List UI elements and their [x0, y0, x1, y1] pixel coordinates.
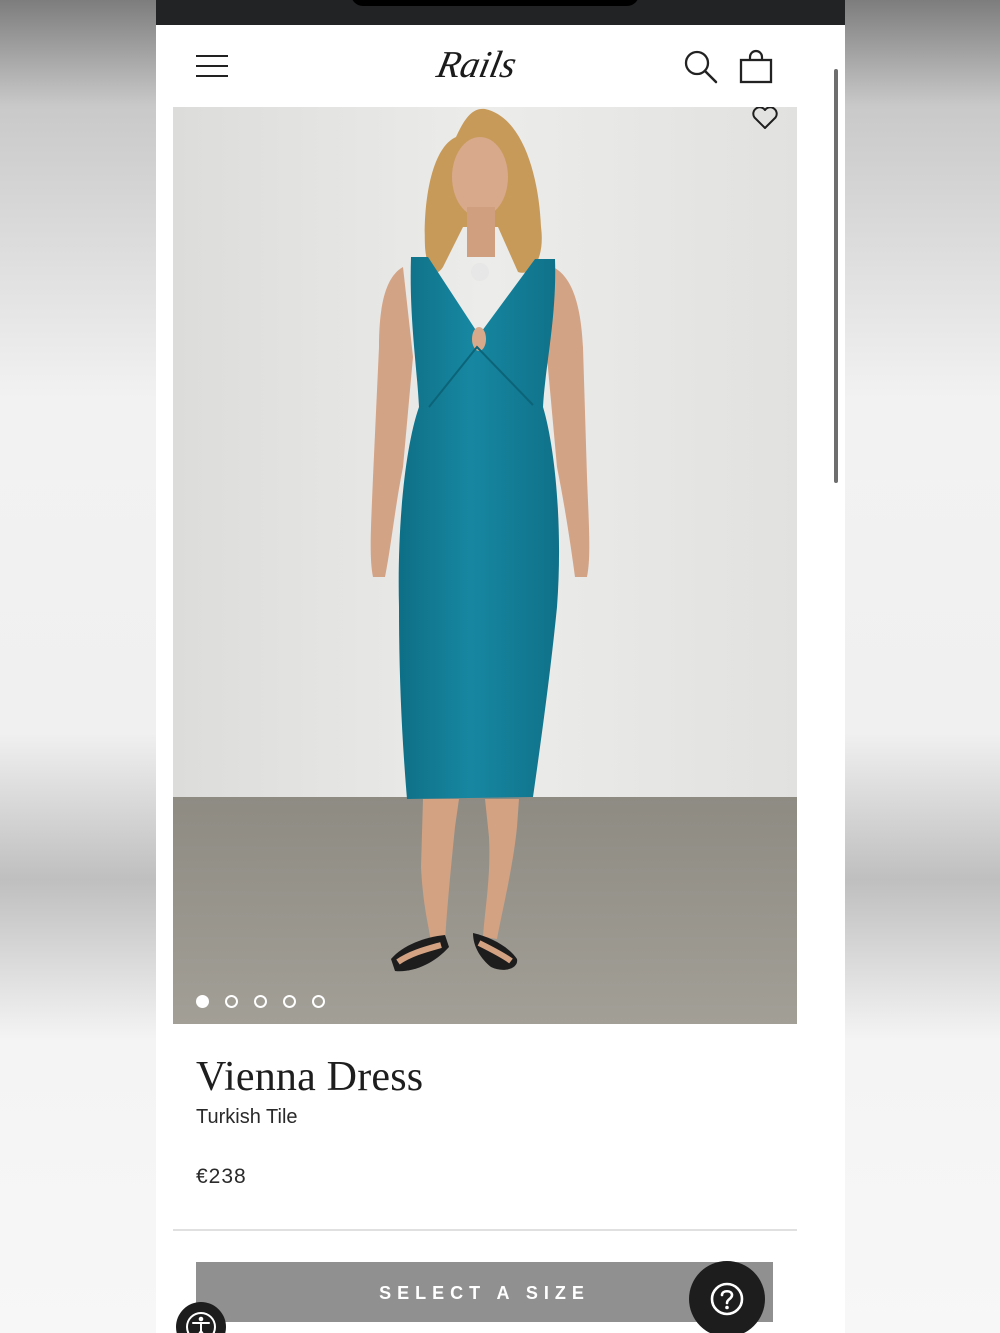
search-icon[interactable]	[683, 49, 719, 85]
phone-screen: Rails Vienna Dress Turkish Tile €238 SEL…	[156, 0, 845, 1333]
question-mark-icon	[710, 1282, 744, 1316]
shopping-bag-icon[interactable]	[738, 47, 774, 85]
site-header: Rails	[156, 25, 845, 107]
status-bar	[156, 0, 845, 25]
product-photo	[173, 107, 797, 1024]
svg-text:Rails: Rails	[434, 44, 520, 86]
product-title: Vienna Dress	[196, 1054, 424, 1100]
accessibility-icon	[186, 1312, 216, 1333]
product-image-carousel[interactable]	[173, 107, 797, 1024]
carousel-dot[interactable]	[312, 995, 325, 1008]
product-price: €238	[196, 1165, 247, 1188]
product-color-name: Turkish Tile	[196, 1106, 298, 1128]
carousel-dot[interactable]	[225, 995, 238, 1008]
heart-icon[interactable]	[751, 107, 779, 131]
hamburger-menu-icon[interactable]	[196, 54, 228, 78]
device-notch	[351, 0, 639, 6]
carousel-dot[interactable]	[196, 995, 209, 1008]
help-button[interactable]	[689, 1261, 765, 1333]
accessibility-button[interactable]	[176, 1302, 226, 1333]
section-divider	[173, 1229, 797, 1231]
carousel-dot[interactable]	[254, 995, 267, 1008]
page-scrollbar[interactable]	[834, 69, 838, 483]
rails-logo[interactable]: Rails	[434, 35, 534, 95]
carousel-dots	[196, 995, 325, 1008]
carousel-dot[interactable]	[283, 995, 296, 1008]
select-size-button[interactable]: SELECT A SIZE	[196, 1262, 773, 1322]
